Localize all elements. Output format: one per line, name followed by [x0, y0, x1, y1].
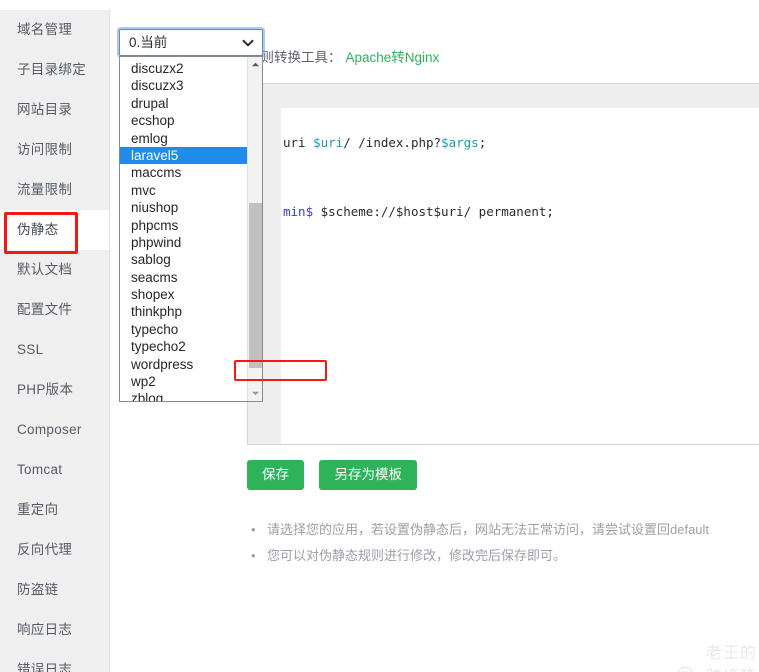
rule-code-editor[interactable]: uri $uri/ /index.php?$args; min$ $scheme:… [247, 83, 759, 445]
sidebar-item-16[interactable]: 错误日志 [0, 650, 109, 672]
sidebar-item-13[interactable]: 反向代理 [0, 530, 109, 570]
scroll-up-arrow-icon[interactable] [248, 57, 263, 72]
sidebar-item-9[interactable]: PHP版本 [0, 370, 109, 410]
code-token: min$ [283, 204, 313, 219]
sidebar-item-7[interactable]: 配置文件 [0, 290, 109, 330]
sidebar-item-label: 配置文件 [17, 302, 72, 317]
sidebar-item-label: 重定向 [17, 502, 58, 517]
code-token: uri [283, 135, 313, 150]
dropdown-scrollbar[interactable] [247, 57, 262, 401]
sidebar: 域名管理子目录绑定网站目录访问限制流量限制伪静态默认文档配置文件 SSL PHP版本… [0, 10, 110, 672]
dropdown-option-discuzx2[interactable]: discuzx2 [120, 60, 248, 77]
sidebar-item-label: Composer [17, 422, 82, 437]
sidebar-item-2[interactable]: 网站目录 [0, 90, 109, 130]
rule-select-box[interactable]: 0.当前 [119, 29, 263, 56]
sidebar-item-label: PHP版本 [17, 382, 73, 397]
dropdown-option-thinkphp[interactable]: thinkphp [120, 303, 248, 320]
sidebar-item-label: 响应日志 [17, 622, 72, 637]
code-line-4: min$ $scheme://$host$uri/ permanent; [283, 200, 759, 223]
top-strip [0, 0, 759, 10]
dropdown-option-maccms[interactable]: maccms [120, 164, 248, 181]
sidebar-item-label: 防盗链 [17, 582, 58, 597]
code-token: / /index.php? [343, 135, 441, 150]
dropdown-option-emlog[interactable]: emlog [120, 130, 248, 147]
sidebar-item-label: Tomcat [17, 462, 62, 477]
dropdown-option-phpcms[interactable]: phpcms [120, 217, 248, 234]
dropdown-option-zblog[interactable]: zblog [120, 390, 248, 402]
code-line-3 [283, 177, 759, 200]
note-item-0: 请选择您的应用，若设置伪静态后，网站无法正常访问，请尝试设置回default [247, 517, 759, 543]
sidebar-item-6[interactable]: 默认文档 [0, 250, 109, 290]
code-line-2 [283, 154, 759, 177]
dropdown-option-niushop[interactable]: niushop [120, 199, 248, 216]
dropdown-option-phpwind[interactable]: phpwind [120, 234, 248, 251]
watermark: 老王的跨境笔记 [677, 639, 759, 672]
code-line-1: uri $uri/ /index.php?$args; [283, 131, 759, 154]
sidebar-item-0[interactable]: 域名管理 [0, 10, 109, 50]
sidebar-item-label: 流量限制 [17, 182, 72, 197]
rule-select-dropdown[interactable]: discuzx2discuzx3drupalecshopemloglaravel… [119, 56, 263, 402]
watermark-text: 老王的跨境笔记 [706, 639, 759, 672]
editor-header-bar [248, 84, 759, 108]
sidebar-item-12[interactable]: 重定向 [0, 490, 109, 530]
sidebar-item-3[interactable]: 访问限制 [0, 130, 109, 170]
sidebar-item-label: 访问限制 [17, 142, 72, 157]
code-line-0 [283, 108, 759, 131]
save-as-template-button[interactable]: 另存为模板 [319, 460, 417, 490]
dropdown-scroll-thumb[interactable] [249, 203, 262, 368]
rule-select-value: 0.当前 [129, 30, 167, 55]
sidebar-item-label: SSL [17, 342, 43, 357]
main-content: 规则转换工具：Apache转Nginx uri $uri/ /index.php… [111, 10, 759, 672]
dropdown-option-seacms[interactable]: seacms [120, 269, 248, 286]
dropdown-option-drupal[interactable]: drupal [120, 95, 248, 112]
sidebar-item-label: 默认文档 [17, 262, 72, 277]
sidebar-item-label: 反向代理 [17, 542, 72, 557]
sidebar-item-label: 错误日志 [17, 662, 72, 672]
code-token: $uri [313, 135, 343, 150]
sidebar-item-15[interactable]: 响应日志 [0, 610, 109, 650]
sidebar-item-label: 子目录绑定 [17, 62, 86, 77]
chevron-down-icon [242, 37, 253, 48]
sidebar-item-11[interactable]: Tomcat [0, 450, 109, 490]
dropdown-option-wp2[interactable]: wp2 [120, 373, 248, 390]
notes-list: 请选择您的应用，若设置伪静态后，网站无法正常访问，请尝试设置回default您可… [247, 517, 759, 569]
code-token: $args [441, 135, 479, 150]
sidebar-item-1[interactable]: 子目录绑定 [0, 50, 109, 90]
dropdown-option-typecho2[interactable]: typecho2 [120, 338, 248, 355]
save-button[interactable]: 保存 [247, 460, 304, 490]
sidebar-item-10[interactable]: Composer [0, 410, 109, 450]
sidebar-item-label: 伪静态 [17, 222, 58, 237]
dropdown-option-mvc[interactable]: mvc [120, 182, 248, 199]
code-token: ; [479, 135, 487, 150]
sidebar-item-4[interactable]: 流量限制 [0, 170, 109, 210]
editor-code-area[interactable]: uri $uri/ /index.php?$args; min$ $scheme:… [281, 108, 759, 444]
dropdown-option-ecshop[interactable]: ecshop [120, 112, 248, 129]
dropdown-option-wordpress[interactable]: wordpress [120, 356, 248, 373]
scroll-down-arrow-icon[interactable] [248, 386, 263, 401]
sidebar-item-label: 域名管理 [17, 22, 72, 37]
sidebar-item-14[interactable]: 防盗链 [0, 570, 109, 610]
sidebar-item-5[interactable]: 伪静态 [0, 210, 109, 250]
dropdown-option-laravel5[interactable]: laravel5 [120, 147, 248, 164]
page-root: 域名管理子目录绑定网站目录访问限制流量限制伪静态默认文档配置文件 SSL PHP版本… [0, 0, 759, 672]
sidebar-item-8[interactable]: SSL [0, 330, 109, 370]
dropdown-option-typecho[interactable]: typecho [120, 321, 248, 338]
dropdown-option-sablog[interactable]: sablog [120, 251, 248, 268]
dropdown-option-shopex[interactable]: shopex [120, 286, 248, 303]
apache-to-nginx-link[interactable]: Apache转Nginx [346, 50, 440, 65]
dropdown-option-discuzx3[interactable]: discuzx3 [120, 77, 248, 94]
action-button-row: 保存 另存为模板 [247, 460, 428, 490]
sidebar-item-label: 网站目录 [17, 102, 72, 117]
code-token: $scheme://$host$uri/ permanent; [313, 204, 554, 219]
note-item-1: 您可以对伪静态规则进行修改，修改完后保存即可。 [247, 543, 759, 569]
wechat-icon [677, 666, 699, 672]
rule-converter-row: 规则转换工具：Apache转Nginx [247, 46, 439, 66]
